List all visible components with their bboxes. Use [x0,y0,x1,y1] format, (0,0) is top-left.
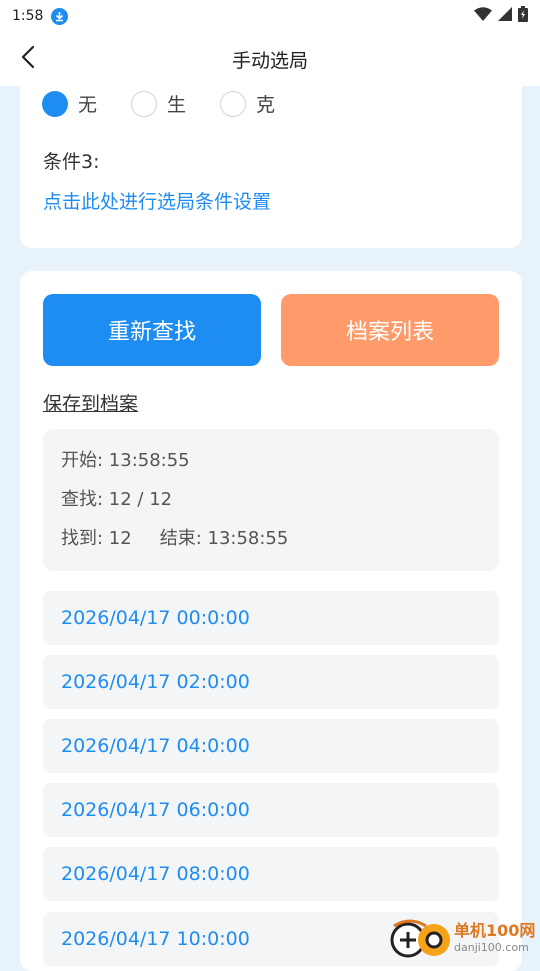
radio-unchecked-icon [220,90,247,117]
watermark-logo-icon [390,918,452,958]
radio-option-sheng[interactable]: 生 [131,90,186,117]
condition-setup-link[interactable]: 点击此处进行选局条件设置 [43,187,271,214]
watermark-url: danji100.com [454,941,529,954]
search-found-count: 找到: 12 [61,528,132,549]
radio-label: 无 [78,94,98,116]
result-item[interactable]: 2026/04/17 00:0:00 [43,591,499,645]
app-bar: 手动选局 [0,32,540,86]
back-button[interactable] [10,41,46,77]
search-card: 重新查找 档案列表 保存到档案 开始: 13:58:55 查找: 12 / 12… [20,271,522,971]
watermark-name: 单机100网 [454,921,536,940]
result-item[interactable]: 2026/04/17 02:0:00 [43,655,499,709]
radio-unchecked-icon [131,90,158,117]
signal-icon [498,7,512,25]
page-title: 手动选局 [231,49,308,72]
watermark-text: 单机100网 danji100.com [454,921,536,954]
status-time: 1:58 [12,8,44,24]
chevron-left-icon [21,45,35,73]
status-bar: 1:58 [0,0,540,32]
search-end-time: 结束: 13:58:55 [159,528,289,549]
search-progress: 查找: 12 / 12 [61,489,173,510]
battery-icon [518,6,528,26]
result-item[interactable]: 2026/04/17 06:0:00 [43,783,499,837]
conditions-card: 无 生 克 条件3: 点击此处进行选局条件设置 [20,86,522,248]
radio-label: 生 [167,94,187,116]
radio-label: 克 [256,94,276,116]
search-found-end: 找到: 12 结束: 13:58:55 [61,525,481,564]
radio-group: 无 生 克 [42,90,309,117]
watermark: 单机100网 danji100.com [390,916,540,960]
search-start-time: 开始: 13:58:55 [61,450,190,471]
archive-list-button[interactable]: 档案列表 [281,294,499,366]
result-item[interactable]: 2026/04/17 04:0:00 [43,719,499,773]
search-info-box: 开始: 13:58:55 查找: 12 / 12 找到: 12 结束: 13:58… [43,429,499,571]
result-item[interactable]: 2026/04/17 08:0:00 [43,847,499,901]
download-icon [51,7,69,25]
condition3-label: 条件3: [43,151,100,173]
radio-option-none[interactable]: 无 [42,90,97,117]
radio-option-ke[interactable]: 克 [220,90,275,117]
search-again-button[interactable]: 重新查找 [43,294,261,366]
radio-checked-icon [42,90,68,117]
save-to-archive-link[interactable]: 保存到档案 [43,389,138,416]
wifi-icon [474,7,492,25]
